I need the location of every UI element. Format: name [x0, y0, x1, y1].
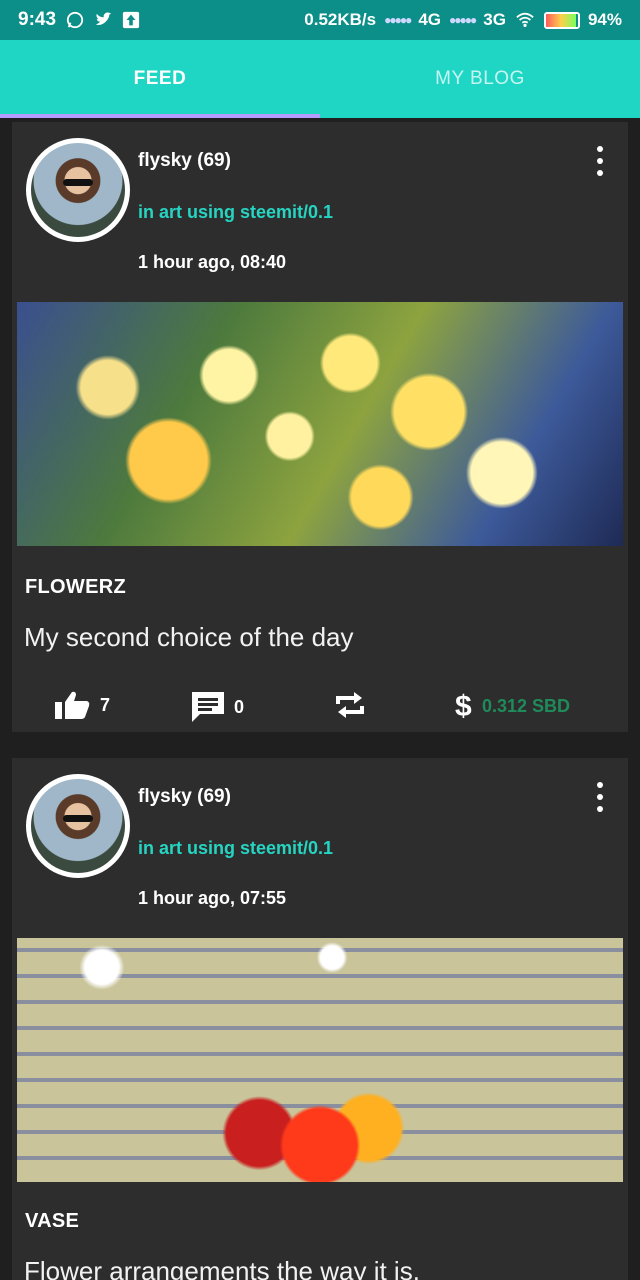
tab-bar: FEED MY BLOG — [0, 40, 640, 118]
battery-percent: 94% — [587, 10, 622, 29]
post-title[interactable]: FLOWERZ — [25, 576, 126, 599]
svg-text:$: $ — [455, 690, 472, 722]
more-options-icon[interactable] — [594, 146, 606, 176]
wifi-icon — [516, 12, 534, 28]
avatar[interactable] — [26, 138, 130, 242]
post-summary[interactable]: Flower arrangements the way it is. — [24, 1256, 420, 1280]
post-image[interactable] — [17, 938, 623, 1182]
resteem-button[interactable] — [334, 690, 366, 720]
battery-icon — [543, 11, 580, 29]
tab-my-blog[interactable]: MY BLOG — [320, 40, 640, 118]
sim2-label: 3G — [483, 10, 506, 29]
thumbs-up-icon — [55, 691, 90, 719]
more-options-icon[interactable] — [594, 782, 606, 812]
twitter-icon — [95, 12, 112, 26]
post-card[interactable]: flysky (69) in art using steemit/0.1 1 h… — [12, 122, 628, 732]
signal-dots-icon: ●●●●● — [384, 13, 412, 27]
upload-icon — [122, 11, 140, 29]
whatsapp-icon — [66, 11, 84, 29]
post-category[interactable]: in art using steemit/0.1 — [138, 838, 333, 859]
sim1-label: 4G — [418, 10, 442, 29]
comment-count: 0 — [234, 696, 245, 717]
post-time: 1 hour ago, 07:55 — [138, 888, 287, 908]
repeat-icon — [336, 692, 364, 718]
comment-icon — [192, 692, 224, 722]
payout-value: 0.312 SBD — [482, 695, 571, 716]
like-count: 7 — [100, 694, 111, 715]
status-bar: 9:43 0.52KB/s ●●●●● 4G ●●●●● 3G 94% — [0, 0, 640, 40]
network-speed: 0.52KB/s — [304, 10, 377, 29]
post-author[interactable]: flysky (69) — [138, 786, 231, 808]
post-title[interactable]: VASE — [25, 1210, 79, 1233]
like-button[interactable]: 7 — [54, 690, 110, 720]
dollar-icon: $ — [455, 690, 472, 722]
avatar[interactable] — [26, 774, 130, 878]
post-time: 1 hour ago, 08:40 — [138, 252, 287, 272]
post-image[interactable] — [17, 302, 623, 546]
post-card[interactable]: flysky (69) in art using steemit/0.1 1 h… — [12, 758, 628, 1280]
feed-list[interactable]: flysky (69) in art using steemit/0.1 1 h… — [0, 118, 640, 1280]
signal-dots-icon: ●●●●● — [449, 13, 477, 27]
tab-my-blog-label: MY BLOG — [435, 68, 525, 89]
comment-button[interactable]: 0 — [190, 690, 244, 724]
post-author[interactable]: flysky (69) — [138, 150, 231, 172]
status-time: 9:43 — [18, 9, 57, 30]
payout-button[interactable]: $ 0.312 SBD — [454, 690, 570, 722]
post-category[interactable]: in art using steemit/0.1 — [138, 202, 333, 223]
post-actions: 7 0 $ 0.312 SBD — [12, 690, 628, 730]
tab-feed[interactable]: FEED — [0, 40, 320, 118]
tab-feed-label: FEED — [133, 68, 187, 89]
post-summary[interactable]: My second choice of the day — [24, 622, 354, 653]
